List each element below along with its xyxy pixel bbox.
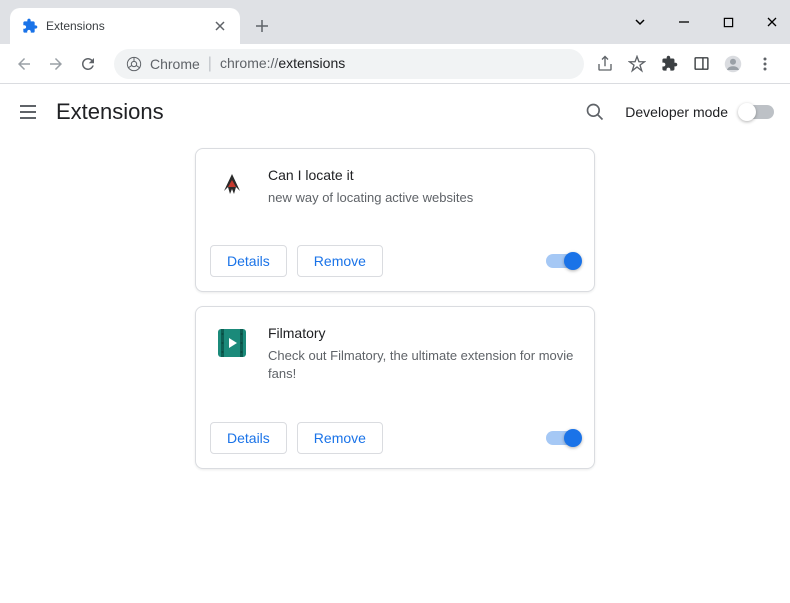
omnibox-url-path: extensions [278,55,345,71]
page-header: Extensions Developer mode [0,84,790,140]
hamburger-icon[interactable] [16,100,40,124]
close-icon[interactable] [212,18,228,34]
star-icon[interactable] [628,55,646,73]
back-button[interactable] [10,50,38,78]
toolbar: Chrome | chrome://extensions [0,44,790,84]
remove-button[interactable]: Remove [297,422,383,454]
developer-mode-toggle[interactable] [740,105,774,119]
extension-icon [214,167,250,203]
browser-tab[interactable]: Extensions [10,8,240,44]
extension-description: Check out Filmatory, the ultimate extens… [268,347,576,383]
extension-name: Filmatory [268,325,576,341]
puzzle-icon [22,18,38,34]
page-title: Extensions [56,99,164,125]
extension-name: Can I locate it [268,167,576,183]
details-button[interactable]: Details [210,245,287,277]
menu-icon[interactable] [756,55,774,73]
extension-card: Filmatory Check out Filmatory, the ultim… [195,306,595,468]
share-icon[interactable] [596,55,614,73]
developer-mode-label: Developer mode [625,104,728,120]
extension-card: Can I locate it new way of locating acti… [195,148,595,292]
search-icon[interactable] [583,100,607,124]
chevron-down-icon[interactable] [630,12,650,32]
new-tab-button[interactable] [248,12,276,40]
extensions-icon[interactable] [660,55,678,73]
forward-button[interactable] [42,50,70,78]
extension-description: new way of locating active websites [268,189,576,207]
extension-enable-toggle[interactable] [546,254,580,268]
extension-icon [214,325,250,361]
close-button[interactable] [762,12,782,32]
tab-title: Extensions [46,19,212,33]
maximize-button[interactable] [718,12,738,32]
window-controls [630,0,790,44]
sidepanel-icon[interactable] [692,55,710,73]
reload-button[interactable] [74,50,102,78]
omnibox[interactable]: Chrome | chrome://extensions [114,49,584,79]
omnibox-origin: Chrome [150,56,200,72]
toolbar-actions [596,55,780,73]
profile-icon[interactable] [724,55,742,73]
extension-list: Can I locate it new way of locating acti… [0,140,790,477]
chrome-icon [126,56,142,72]
minimize-button[interactable] [674,12,694,32]
titlebar: Extensions [0,0,790,44]
remove-button[interactable]: Remove [297,245,383,277]
extension-enable-toggle[interactable] [546,431,580,445]
omnibox-url-prefix: chrome:// [220,55,278,71]
details-button[interactable]: Details [210,422,287,454]
